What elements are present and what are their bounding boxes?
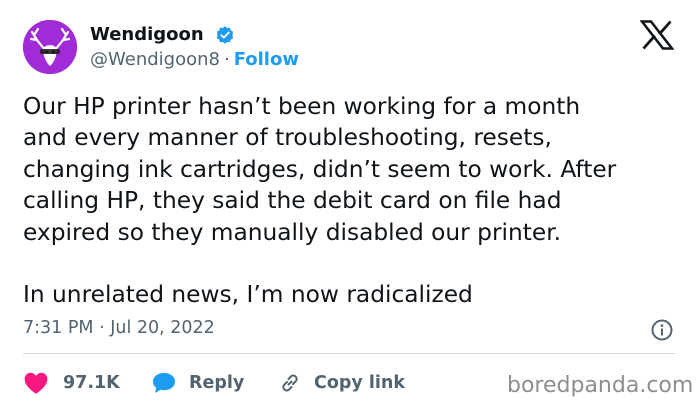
heart-icon bbox=[24, 372, 48, 394]
info-icon[interactable] bbox=[650, 318, 674, 342]
reply-label: Reply bbox=[189, 373, 245, 393]
author-display-name[interactable]: Wendigoon bbox=[90, 24, 204, 46]
tweet-text-line: Our HP printer hasn’t been working for a… bbox=[23, 93, 581, 120]
follow-button[interactable]: Follow bbox=[234, 49, 299, 70]
copy-link-label: Copy link bbox=[314, 373, 405, 393]
like-count: 97.1K bbox=[63, 373, 120, 393]
tweet-text-line: and every manner of troubleshooting, res… bbox=[23, 124, 552, 152]
tweet-text: Our HP printer hasn’t been working for a… bbox=[23, 91, 683, 311]
tweet-timestamp[interactable]: 7:31 PM · Jul 20, 2022 bbox=[23, 317, 215, 339]
author-handle[interactable]: @Wendigoon8 bbox=[90, 49, 220, 70]
reply-bubble-icon bbox=[153, 373, 175, 393]
tweet-text-line: calling HP, they said the debit card on … bbox=[23, 187, 562, 215]
avatar-deer-skull-icon bbox=[23, 20, 77, 74]
avatar[interactable] bbox=[23, 20, 77, 74]
tweet-card: Wendigoon @Wendigoon8 · Follow Our HP prin… bbox=[0, 0, 700, 410]
divider bbox=[23, 353, 675, 354]
copy-link-button[interactable]: Copy link bbox=[278, 370, 405, 396]
verified-badge-icon bbox=[216, 26, 234, 44]
separator-dot: · bbox=[223, 49, 230, 70]
tweet-text-line: changing ink cartridges, didn’t seem to … bbox=[23, 155, 617, 183]
watermark: boredpanda.com bbox=[507, 373, 694, 398]
tweet-text-line: expired so they manually disabled our pr… bbox=[23, 218, 562, 246]
like-button[interactable]: 97.1K bbox=[23, 370, 120, 396]
link-icon bbox=[282, 374, 298, 392]
tweet-text-line: In unrelated news, I’m now radicalized bbox=[23, 281, 473, 309]
handle-row: @Wendigoon8 · Follow bbox=[90, 49, 299, 71]
x-logo-icon[interactable] bbox=[640, 20, 674, 50]
reply-button[interactable]: Reply bbox=[151, 370, 244, 396]
